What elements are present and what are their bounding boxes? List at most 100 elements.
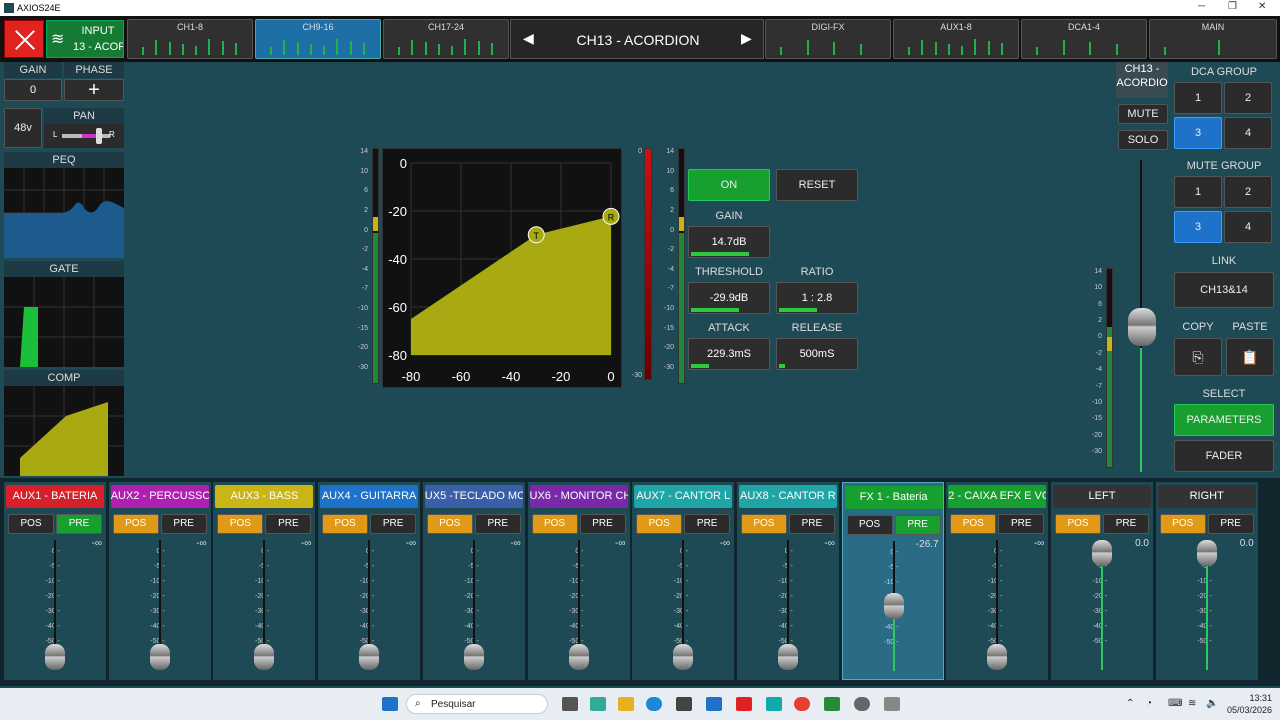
minimize-button[interactable]: ─: [1198, 1, 1205, 12]
network-icon[interactable]: ◔: [1146, 698, 1152, 709]
pre-button[interactable]: PRE: [788, 514, 835, 534]
pre-button[interactable]: PRE: [1103, 514, 1149, 534]
pos-button[interactable]: POS: [8, 514, 54, 534]
strip-name-button[interactable]: AUX8 - CANTOR R: [738, 485, 837, 508]
bank-dca1-4[interactable]: DCA1-4: [1021, 19, 1147, 59]
fader-knob[interactable]: [777, 644, 798, 670]
fader-knob[interactable]: [568, 644, 589, 670]
pos-button[interactable]: POS: [636, 514, 683, 534]
edge-icon[interactable]: [646, 697, 662, 711]
app-icon-4[interactable]: [854, 697, 870, 711]
solo-button[interactable]: SOLO: [1118, 130, 1168, 150]
pre-button[interactable]: PRE: [160, 514, 207, 534]
mute-group-1-button[interactable]: 1: [1174, 176, 1222, 208]
comp-gain-value[interactable]: 14.7dB: [688, 226, 770, 258]
mute-group-3-button[interactable]: 3: [1174, 211, 1222, 243]
strip-name-button[interactable]: AUX4 - GUITARRA: [320, 485, 419, 508]
release-value[interactable]: 500mS: [776, 338, 858, 370]
pos-button[interactable]: POS: [950, 514, 997, 534]
pos-button[interactable]: POS: [531, 514, 578, 534]
pos-button[interactable]: POS: [112, 514, 159, 534]
chrome-icon[interactable]: [794, 697, 810, 711]
bank-ch17-24[interactable]: CH17-24: [383, 19, 509, 59]
pre-button[interactable]: PRE: [998, 514, 1045, 534]
app-icon-2[interactable]: [766, 697, 782, 711]
strip-name-button[interactable]: AUX2 - PERCUSSO: [110, 485, 209, 508]
next-channel-icon[interactable]: ▶: [741, 30, 752, 47]
bank-ch9-16[interactable]: CH9-16: [255, 19, 381, 59]
widgets-icon[interactable]: [590, 697, 606, 711]
parameters-button[interactable]: PARAMETERS: [1174, 404, 1274, 436]
bank-aux1-8[interactable]: AUX1-8: [893, 19, 1019, 59]
strip-name-button[interactable]: AUX7 - CANTOR L: [634, 485, 733, 508]
windows-start-icon[interactable]: [382, 697, 398, 711]
maximize-button[interactable]: ❐: [1228, 1, 1237, 12]
window-close-button[interactable]: ✕: [1258, 1, 1266, 12]
mail-icon[interactable]: [706, 697, 722, 711]
dca-group-2-button[interactable]: 2: [1224, 82, 1272, 114]
pos-button[interactable]: POS: [846, 515, 893, 535]
fader-button[interactable]: FADER: [1174, 440, 1274, 472]
paste-icon[interactable]: 📋: [1226, 338, 1274, 376]
mute-button[interactable]: MUTE: [1118, 104, 1168, 124]
strip-name-button[interactable]: UX6 - MONITOR CH: [529, 485, 628, 508]
compressor-graph[interactable]: T R 0 -20 -40 -60 -80 -80 -60 -40 -20 0: [382, 148, 622, 388]
pre-button[interactable]: PRE: [56, 514, 102, 534]
fader-knob[interactable]: [45, 644, 65, 670]
fader-knob[interactable]: [1092, 540, 1112, 566]
pre-button[interactable]: PRE: [1207, 514, 1254, 534]
strip-name-button[interactable]: LEFT: [1053, 485, 1151, 508]
tray-chevron-icon[interactable]: ⌃: [1126, 698, 1134, 709]
axios-taskbar-icon[interactable]: [884, 697, 900, 711]
file-explorer-icon[interactable]: [618, 697, 634, 711]
store-icon[interactable]: [676, 697, 692, 711]
strip-name-button[interactable]: 2 - CAIXA EFX E VOC: [948, 485, 1047, 508]
pan-knob[interactable]: [96, 128, 102, 144]
gate-thumbnail[interactable]: [4, 277, 124, 367]
fader-knob[interactable]: [254, 644, 275, 670]
close-icon[interactable]: [4, 20, 44, 58]
dca-group-3-button[interactable]: 3: [1174, 117, 1222, 149]
wifi-tray-icon[interactable]: ≋: [1188, 698, 1196, 709]
pre-button[interactable]: PRE: [684, 514, 731, 534]
comp-reset-button[interactable]: RESET: [776, 169, 858, 201]
strip-name-button[interactable]: RIGHT: [1157, 485, 1256, 508]
dca-group-4-button[interactable]: 4: [1224, 117, 1272, 149]
pos-button[interactable]: POS: [1055, 514, 1101, 534]
task-view-icon[interactable]: [562, 697, 578, 711]
pre-button[interactable]: PRE: [370, 514, 417, 534]
channel-fader-knob[interactable]: [1128, 308, 1156, 346]
attack-value[interactable]: 229.3mS: [688, 338, 770, 370]
bank-main[interactable]: MAIN: [1149, 19, 1277, 59]
youtube-icon[interactable]: [736, 697, 752, 711]
fader-knob[interactable]: [149, 644, 170, 670]
bank-digi-fx[interactable]: DIGI-FX: [765, 19, 891, 59]
volume-icon[interactable]: 🔈: [1206, 698, 1218, 709]
fader-knob[interactable]: [883, 593, 904, 619]
pan-control[interactable]: L R: [44, 124, 124, 148]
pos-button[interactable]: POS: [426, 514, 473, 534]
link-button[interactable]: CH13&14: [1174, 272, 1274, 308]
pre-button[interactable]: PRE: [579, 514, 626, 534]
peq-thumbnail[interactable]: [4, 168, 124, 258]
mute-group-4-button[interactable]: 4: [1224, 211, 1272, 243]
threshold-value[interactable]: -29.9dB: [688, 282, 770, 314]
pre-button[interactable]: PRE: [474, 514, 521, 534]
phase-button[interactable]: +: [64, 79, 124, 101]
comp-on-button[interactable]: ON: [688, 169, 770, 201]
fader-knob[interactable]: [673, 644, 694, 670]
copy-icon[interactable]: ⎘: [1174, 338, 1222, 376]
keyboard-icon[interactable]: ⌨: [1168, 698, 1182, 709]
fader-knob[interactable]: [987, 644, 1008, 670]
comp-thumbnail[interactable]: [4, 386, 124, 476]
phantom-48v-button[interactable]: 48v: [4, 108, 42, 148]
strip-name-button[interactable]: UX5 -TECLADO MON: [424, 485, 523, 508]
fader-knob[interactable]: [1196, 540, 1217, 566]
ratio-value[interactable]: 1 : 2.8: [776, 282, 858, 314]
fader-knob[interactable]: [463, 644, 484, 670]
strip-name-button[interactable]: FX 1 - Bateria: [844, 486, 943, 509]
pos-button[interactable]: POS: [740, 514, 787, 534]
strip-name-button[interactable]: AUX1 - BATERIA: [6, 485, 104, 508]
mute-group-2-button[interactable]: 2: [1224, 176, 1272, 208]
prev-channel-icon[interactable]: ◀: [523, 30, 534, 47]
